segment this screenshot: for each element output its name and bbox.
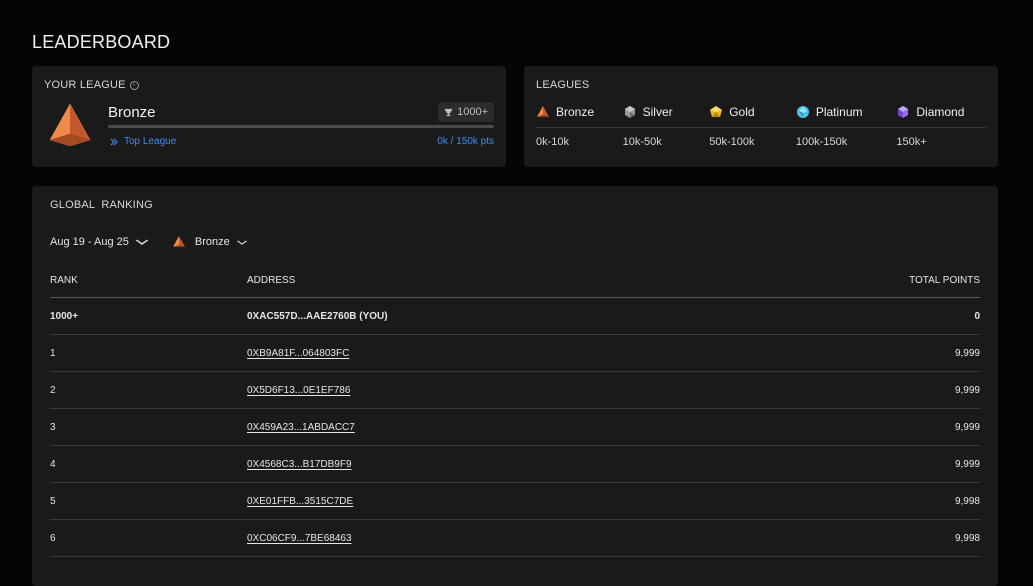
table-row: 2 0X5D6F13...0E1EF786 9,999 bbox=[50, 372, 980, 409]
column-header-points: TOTAL POINTS bbox=[909, 275, 980, 286]
table-header: RANK ADDRESS TOTAL POINTS bbox=[50, 264, 980, 298]
row-address-link[interactable]: 0XE01FFB...3515C7DE bbox=[247, 496, 353, 507]
chevron-down-icon bbox=[135, 239, 149, 245]
league-progress-bar bbox=[108, 125, 494, 128]
league-bronze: Bronze 0k-10k bbox=[536, 105, 595, 148]
row-points: 9,999 bbox=[954, 458, 980, 470]
row-rank: 1 bbox=[50, 347, 56, 359]
column-header-rank: RANK bbox=[50, 275, 78, 286]
date-range-dropdown[interactable]: Aug 19 - Aug 25 bbox=[50, 235, 149, 249]
gold-gem-icon bbox=[709, 105, 723, 119]
table-row: 3 0X459A23...1ABDACC7 9,999 bbox=[50, 409, 980, 446]
league-filter-dropdown[interactable]: Bronze bbox=[171, 235, 247, 249]
global-ranking-title: GLOBAL RANKING bbox=[50, 199, 153, 211]
bronze-pyramid-icon bbox=[171, 235, 187, 249]
column-header-address: ADDRESS bbox=[247, 275, 296, 286]
ranking-table: RANK ADDRESS TOTAL POINTS 1000+ 0XAC557D… bbox=[50, 264, 980, 557]
row-points: 9,999 bbox=[954, 421, 980, 433]
diamond-gem-icon bbox=[896, 105, 910, 119]
your-league-title: YOUR LEAGUE i bbox=[44, 79, 139, 91]
row-address-link[interactable]: 0X5D6F13...0E1EF786 bbox=[247, 385, 350, 396]
row-address-link[interactable]: 0X4568C3...B17DB9F9 bbox=[247, 459, 352, 470]
info-icon[interactable]: i bbox=[129, 80, 139, 90]
platinum-gem-icon bbox=[796, 105, 810, 119]
leagues-divider bbox=[536, 127, 986, 128]
leagues-card: LEAGUES Bronze 0k-10k Silver 10k-50k Gol… bbox=[524, 66, 998, 167]
row-rank: 6 bbox=[50, 532, 56, 544]
row-address-link[interactable]: 0XB9A81F...064803FC bbox=[247, 348, 349, 359]
double-chevron-right-icon bbox=[110, 138, 118, 146]
rank-badge: 1000+ bbox=[438, 102, 494, 122]
your-league-card: YOUR LEAGUE i Bronze 1000+ Top League 0k… bbox=[32, 66, 506, 167]
row-address: 0XAC557D...AAE2760B (YOU) bbox=[247, 310, 388, 322]
table-row-you: 1000+ 0XAC557D...AAE2760B (YOU) 0 bbox=[50, 298, 980, 335]
row-points: 0 bbox=[974, 310, 980, 322]
current-league-name: Bronze bbox=[108, 104, 156, 121]
trophy-icon bbox=[444, 108, 453, 117]
row-address-link[interactable]: 0XC06CF9...7BE68463 bbox=[247, 533, 352, 544]
row-points: 9,998 bbox=[954, 495, 980, 507]
row-address-link[interactable]: 0X459A23...1ABDACC7 bbox=[247, 422, 355, 433]
silver-gem-icon bbox=[623, 105, 637, 119]
leagues-title: LEAGUES bbox=[536, 79, 590, 91]
ranking-filters: Aug 19 - Aug 25 Bronze bbox=[50, 235, 247, 249]
row-points: 9,998 bbox=[954, 532, 980, 544]
league-silver: Silver 10k-50k bbox=[622, 105, 673, 148]
global-ranking-card: GLOBAL RANKING Aug 19 - Aug 25 Bronze RA… bbox=[32, 186, 998, 586]
table-row: 5 0XE01FFB...3515C7DE 9,998 bbox=[50, 483, 980, 520]
row-rank: 3 bbox=[50, 421, 56, 433]
row-points: 9,999 bbox=[954, 347, 980, 359]
table-row: 1 0XB9A81F...064803FC 9,999 bbox=[50, 335, 980, 372]
row-rank: 5 bbox=[50, 495, 56, 507]
row-points: 9,999 bbox=[954, 384, 980, 396]
top-league-link[interactable]: Top League bbox=[110, 136, 176, 147]
bronze-pyramid-icon bbox=[536, 105, 550, 119]
bronze-emblem-icon bbox=[48, 102, 92, 146]
row-rank: 1000+ bbox=[50, 310, 79, 322]
table-row: 4 0X4568C3...B17DB9F9 9,999 bbox=[50, 446, 980, 483]
leagues-list: Bronze 0k-10k Silver 10k-50k Gold 50k-10… bbox=[536, 102, 986, 148]
league-platinum: Platinum 100k-150k bbox=[795, 105, 863, 148]
page-title: LEADERBOARD bbox=[32, 32, 171, 52]
points-progress-text: 0k / 150k pts bbox=[437, 136, 494, 147]
table-row: 6 0XC06CF9...7BE68463 9,998 bbox=[50, 520, 980, 557]
row-rank: 2 bbox=[50, 384, 56, 396]
chevron-down-icon bbox=[236, 240, 247, 245]
league-gold: Gold 50k-100k bbox=[709, 105, 755, 148]
league-diamond: Diamond 150k+ bbox=[896, 105, 965, 148]
row-rank: 4 bbox=[50, 458, 56, 470]
